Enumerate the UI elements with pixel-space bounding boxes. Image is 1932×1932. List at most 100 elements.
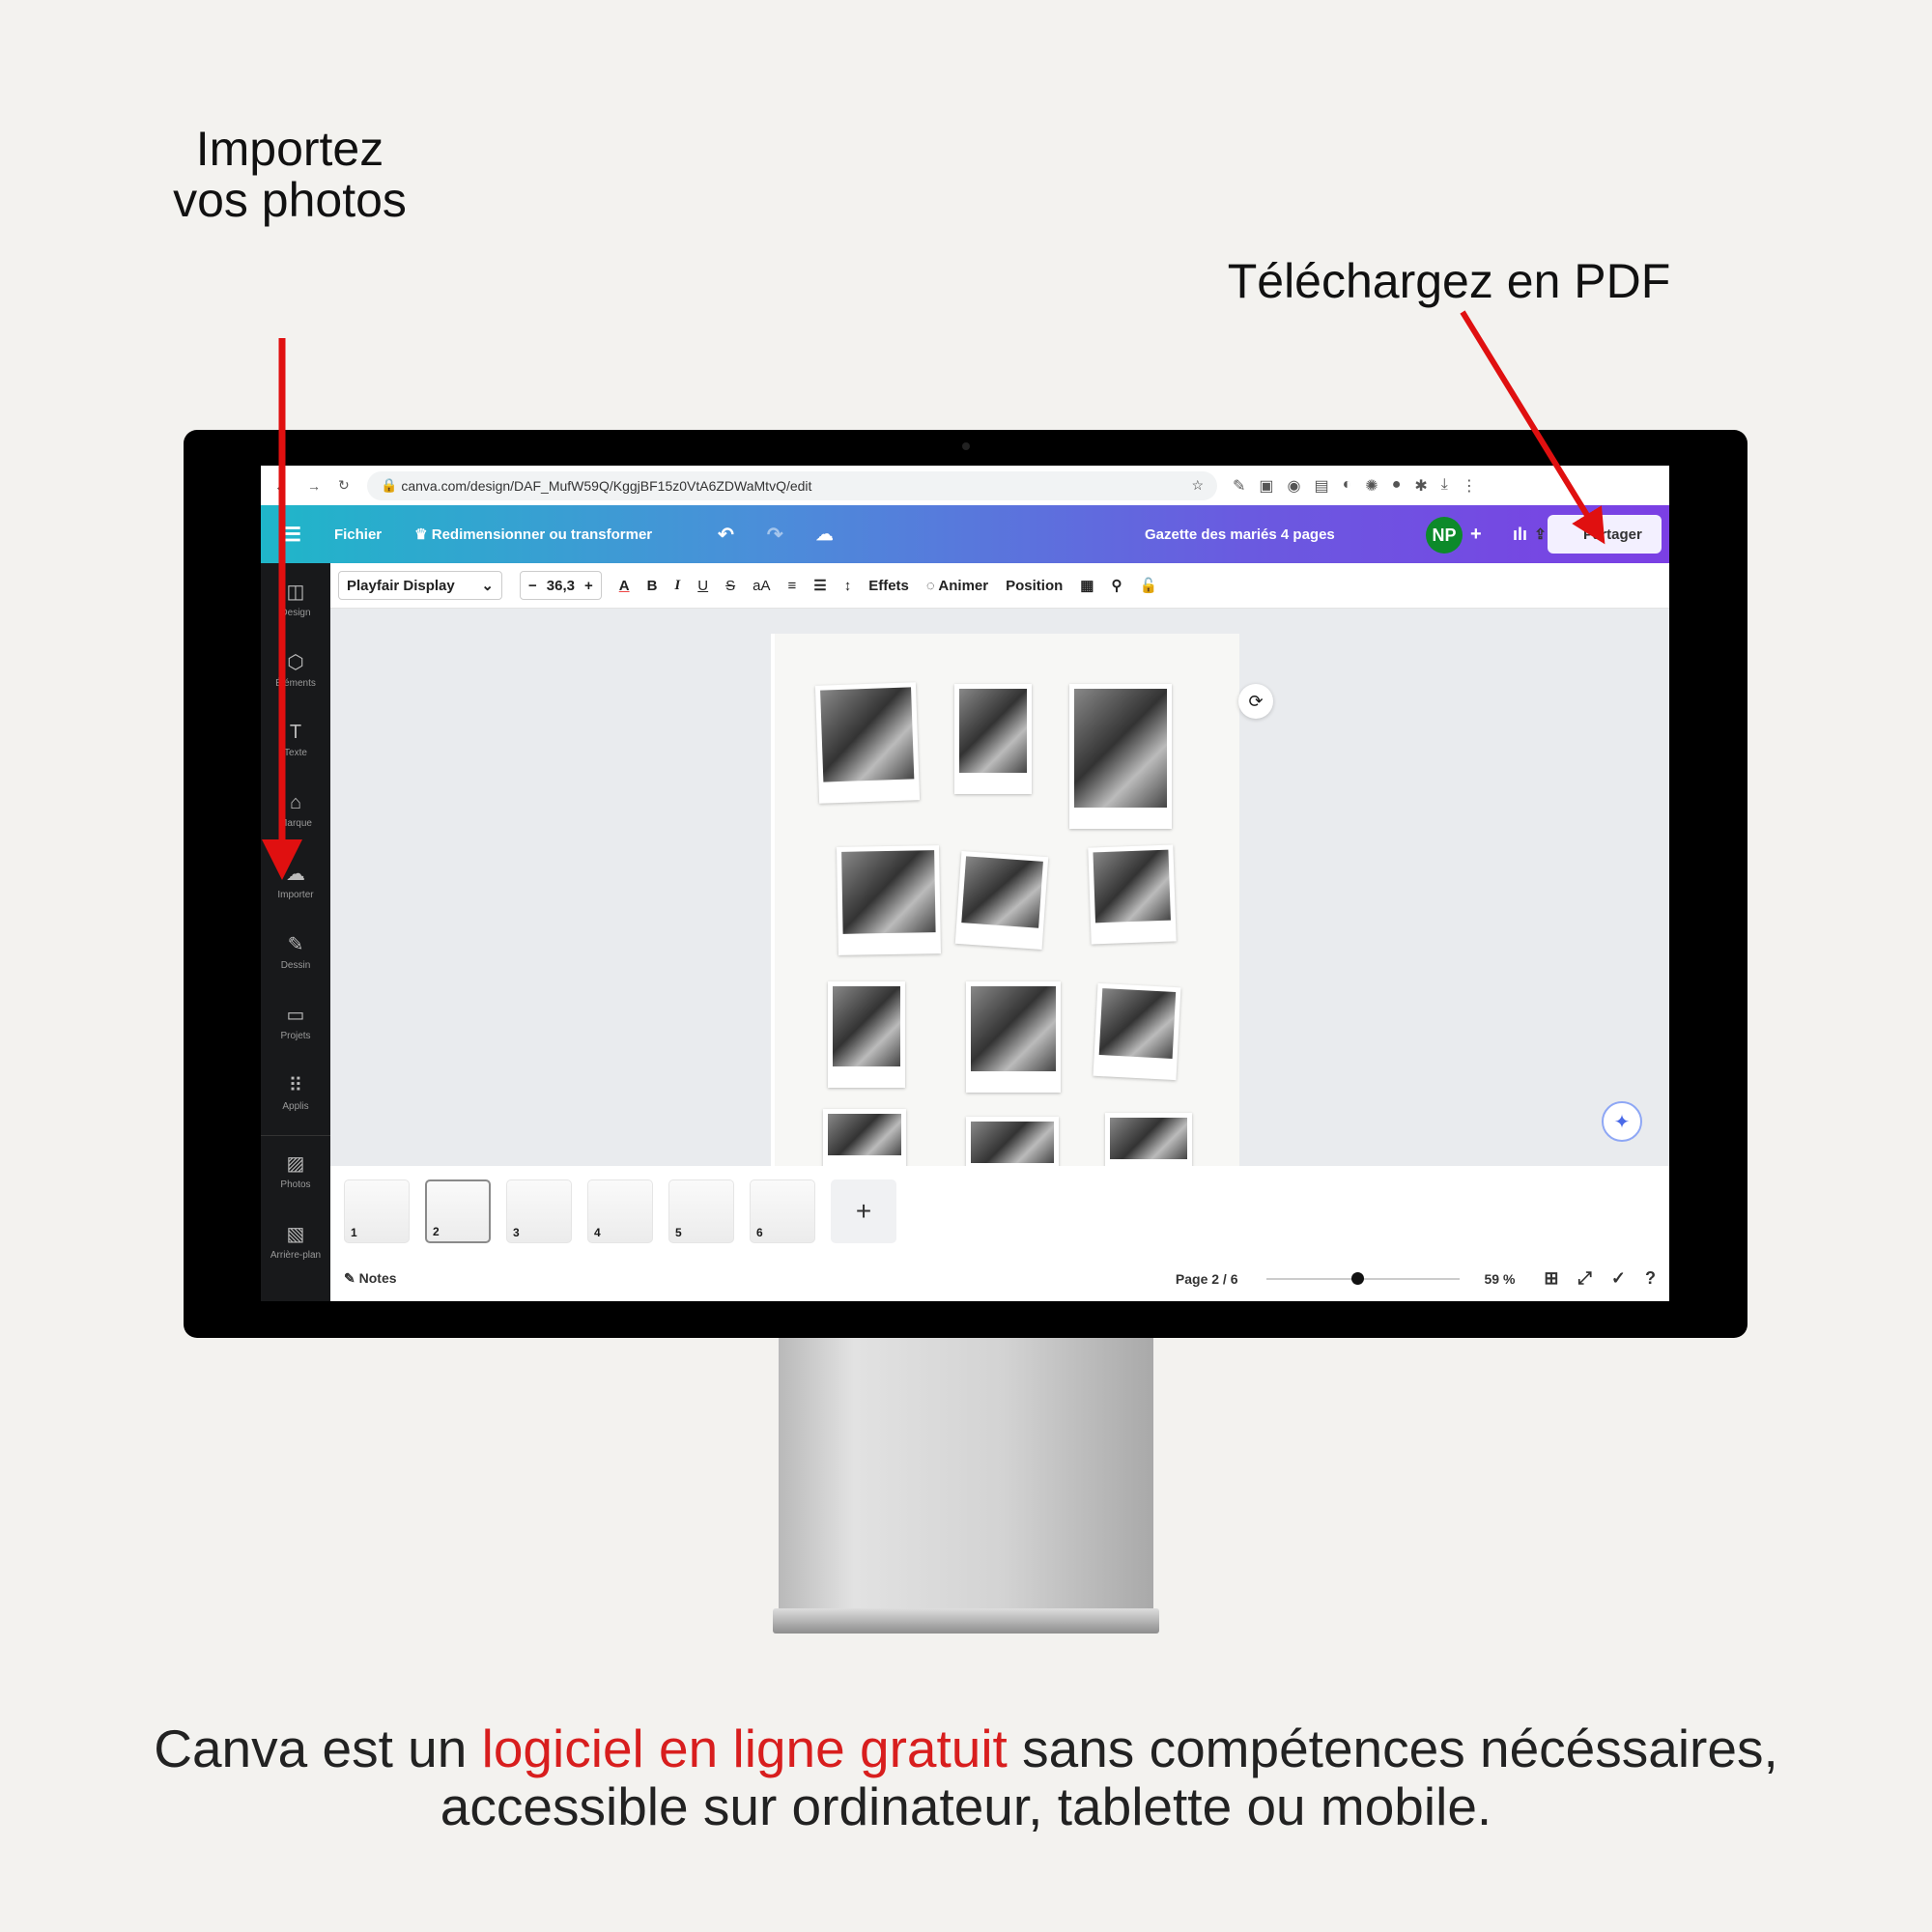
browser-bar: ← → ↻ 🔒 canva.com/design/DAF_MufW59Q/Kgg… — [261, 466, 1669, 505]
extension-icon[interactable]: ✺ — [1365, 476, 1378, 496]
extension-icon[interactable]: ◉ — [1288, 476, 1301, 496]
check-icon[interactable]: ✓ — [1611, 1268, 1626, 1289]
page-indicator[interactable]: Page 2 / 6 — [1176, 1271, 1238, 1287]
position-button[interactable]: Position — [1006, 578, 1063, 594]
forward-icon[interactable]: → — [307, 478, 321, 494]
pattern-icon: ▧ — [286, 1223, 305, 1245]
text-toolbar: Playfair Display ⌄ −36,3 + A B I U S aA ≡ … — [330, 563, 1669, 609]
font-name: Playfair Display — [347, 577, 455, 594]
sidebar-item-projects[interactable]: ▭ Projets — [261, 986, 330, 1057]
star-icon[interactable]: ☆ — [1191, 477, 1204, 494]
caption-highlight: logiciel en ligne gratuit — [481, 1719, 1008, 1778]
bottom-bar: ✎ Notes Page 2 / 6 59 % ⊞ ⤢ ✓ ? — [330, 1256, 1669, 1301]
photo[interactable] — [1088, 844, 1177, 945]
transparency-icon[interactable]: ▦ — [1080, 577, 1094, 594]
resize-button[interactable]: ♛ Redimensionner ou transformer — [414, 526, 685, 543]
extension-icon[interactable]: ▤ — [1315, 476, 1329, 496]
font-size-value[interactable]: 36,3 — [547, 578, 575, 594]
grid-view-icon[interactable]: ⊞ — [1544, 1268, 1558, 1289]
page-thumbnail-selected[interactable]: 2 — [425, 1179, 491, 1243]
cloud-saved-icon[interactable]: ☁ — [816, 525, 834, 545]
effects-button[interactable]: Effets — [868, 578, 909, 594]
redo-icon[interactable]: ↷ — [767, 523, 783, 547]
page-thumbnail[interactable]: 5 — [668, 1179, 734, 1243]
help-icon[interactable]: ? — [1645, 1268, 1656, 1289]
photo[interactable] — [837, 845, 941, 955]
url-text: canva.com/design/DAF_MufW59Q/KggjBF15z0V… — [401, 477, 812, 494]
shapes-icon: ⬡ — [287, 651, 304, 673]
underline-button[interactable]: U — [697, 578, 708, 594]
sidebar-item-brand[interactable]: ⌂ Marque — [261, 775, 330, 845]
photo[interactable] — [814, 682, 921, 804]
photo[interactable] — [1093, 982, 1181, 1081]
url-bar[interactable]: 🔒 canva.com/design/DAF_MufW59Q/KggjBF15z… — [367, 470, 1217, 500]
fullscreen-icon[interactable]: ⤢ — [1578, 1268, 1592, 1289]
page-thumbnail[interactable]: 3 — [506, 1179, 572, 1243]
list-icon[interactable]: ☰ — [813, 577, 826, 594]
sidebar-item-upload[interactable]: ☁ Importer — [261, 845, 330, 916]
download-icon[interactable]: ⤓ — [1441, 476, 1448, 496]
extension-icon[interactable]: ▣ — [1259, 476, 1273, 496]
back-icon[interactable]: ← — [274, 478, 288, 494]
notes-label: Notes — [358, 1270, 397, 1286]
zoom-slider[interactable] — [1266, 1271, 1461, 1285]
sidebar-item-elements[interactable]: ⬡ Éléments — [261, 634, 330, 704]
add-page-button[interactable]: + — [831, 1179, 896, 1243]
page-thumbnail[interactable]: 6 — [750, 1179, 815, 1243]
page-thumbnail[interactable]: 1 — [344, 1179, 410, 1243]
sidebar-label: Texte — [284, 747, 307, 758]
share-button[interactable]: ⇪ Partager — [1534, 515, 1662, 554]
menu-dots-icon[interactable]: ⋮ — [1462, 476, 1477, 496]
sidebar-item-draw[interactable]: ✎ Dessin — [261, 916, 330, 986]
strikethrough-button[interactable]: S — [725, 578, 735, 594]
resize-label: Redimensionner ou transformer — [431, 526, 653, 543]
case-button[interactable]: aA — [753, 578, 770, 594]
sidebar-item-text[interactable]: T Texte — [261, 704, 330, 775]
text-color-icon[interactable]: A — [619, 578, 630, 594]
insights-icon[interactable]: ılı — [1513, 525, 1527, 545]
decrease-icon[interactable]: − — [528, 578, 537, 594]
font-select[interactable]: Playfair Display ⌄ — [338, 571, 502, 600]
photo[interactable] — [828, 981, 905, 1088]
sidebar-item-design[interactable]: ◫ Design — [261, 563, 330, 634]
paint-roller-icon[interactable]: ⚲ — [1111, 577, 1122, 594]
zoom-slider-handle[interactable] — [1351, 1271, 1365, 1285]
avatar[interactable]: NP — [1426, 517, 1463, 554]
magic-assistant-button[interactable]: ✦ — [1602, 1101, 1642, 1142]
page-thumbnail[interactable]: 4 — [587, 1179, 653, 1243]
add-collaborator-icon[interactable]: + — [1470, 524, 1482, 546]
sidebar: ◫ Design ⬡ Éléments T Texte ⌂ Marque ☁ Import… — [261, 563, 330, 1301]
photo[interactable] — [966, 981, 1061, 1093]
undo-icon[interactable]: ↶ — [718, 523, 734, 547]
sidebar-item-background[interactable]: ▧ Arrière-plan — [261, 1206, 330, 1276]
italic-button[interactable]: I — [674, 578, 680, 594]
sidebar-label: Dessin — [280, 959, 311, 971]
sidebar-item-apps[interactable]: ⠿ Applis — [261, 1057, 330, 1127]
zoom-value[interactable]: 59 % — [1484, 1271, 1515, 1287]
photo[interactable] — [954, 684, 1032, 794]
extension-icon[interactable]: ✎ — [1233, 476, 1245, 496]
reload-icon[interactable]: ↻ — [338, 477, 350, 494]
font-size-stepper[interactable]: −36,3 + — [520, 571, 602, 600]
rotate-icon[interactable]: ⟳ — [1238, 684, 1273, 719]
extension-icon[interactable]: ◐ — [1343, 476, 1352, 496]
bold-button[interactable]: B — [647, 578, 658, 594]
align-icon[interactable]: ≡ — [787, 578, 796, 594]
camera — [962, 442, 970, 450]
lock-icon[interactable]: 🔓 — [1139, 577, 1157, 594]
notes-button[interactable]: ✎ Notes — [344, 1270, 397, 1287]
file-menu[interactable]: Fichier — [334, 526, 382, 543]
spacing-icon[interactable]: ↕ — [844, 578, 852, 594]
photo[interactable] — [1069, 684, 1172, 829]
animate-label: Animer — [938, 577, 989, 594]
sidebar-label: Arrière-plan — [270, 1249, 322, 1261]
sidebar-item-photos[interactable]: ▨ Photos — [261, 1135, 330, 1206]
menu-icon[interactable]: ☰ — [284, 523, 301, 547]
increase-icon[interactable]: + — [584, 578, 593, 594]
document-title[interactable]: Gazette des mariés 4 pages — [1145, 526, 1335, 543]
animate-button[interactable]: ◌ Animer — [926, 578, 988, 594]
design-page[interactable] — [771, 634, 1239, 1184]
puzzle-icon[interactable]: ✱ — [1414, 476, 1427, 496]
extension-icon[interactable]: ● — [1392, 476, 1402, 496]
photo[interactable] — [954, 850, 1049, 951]
